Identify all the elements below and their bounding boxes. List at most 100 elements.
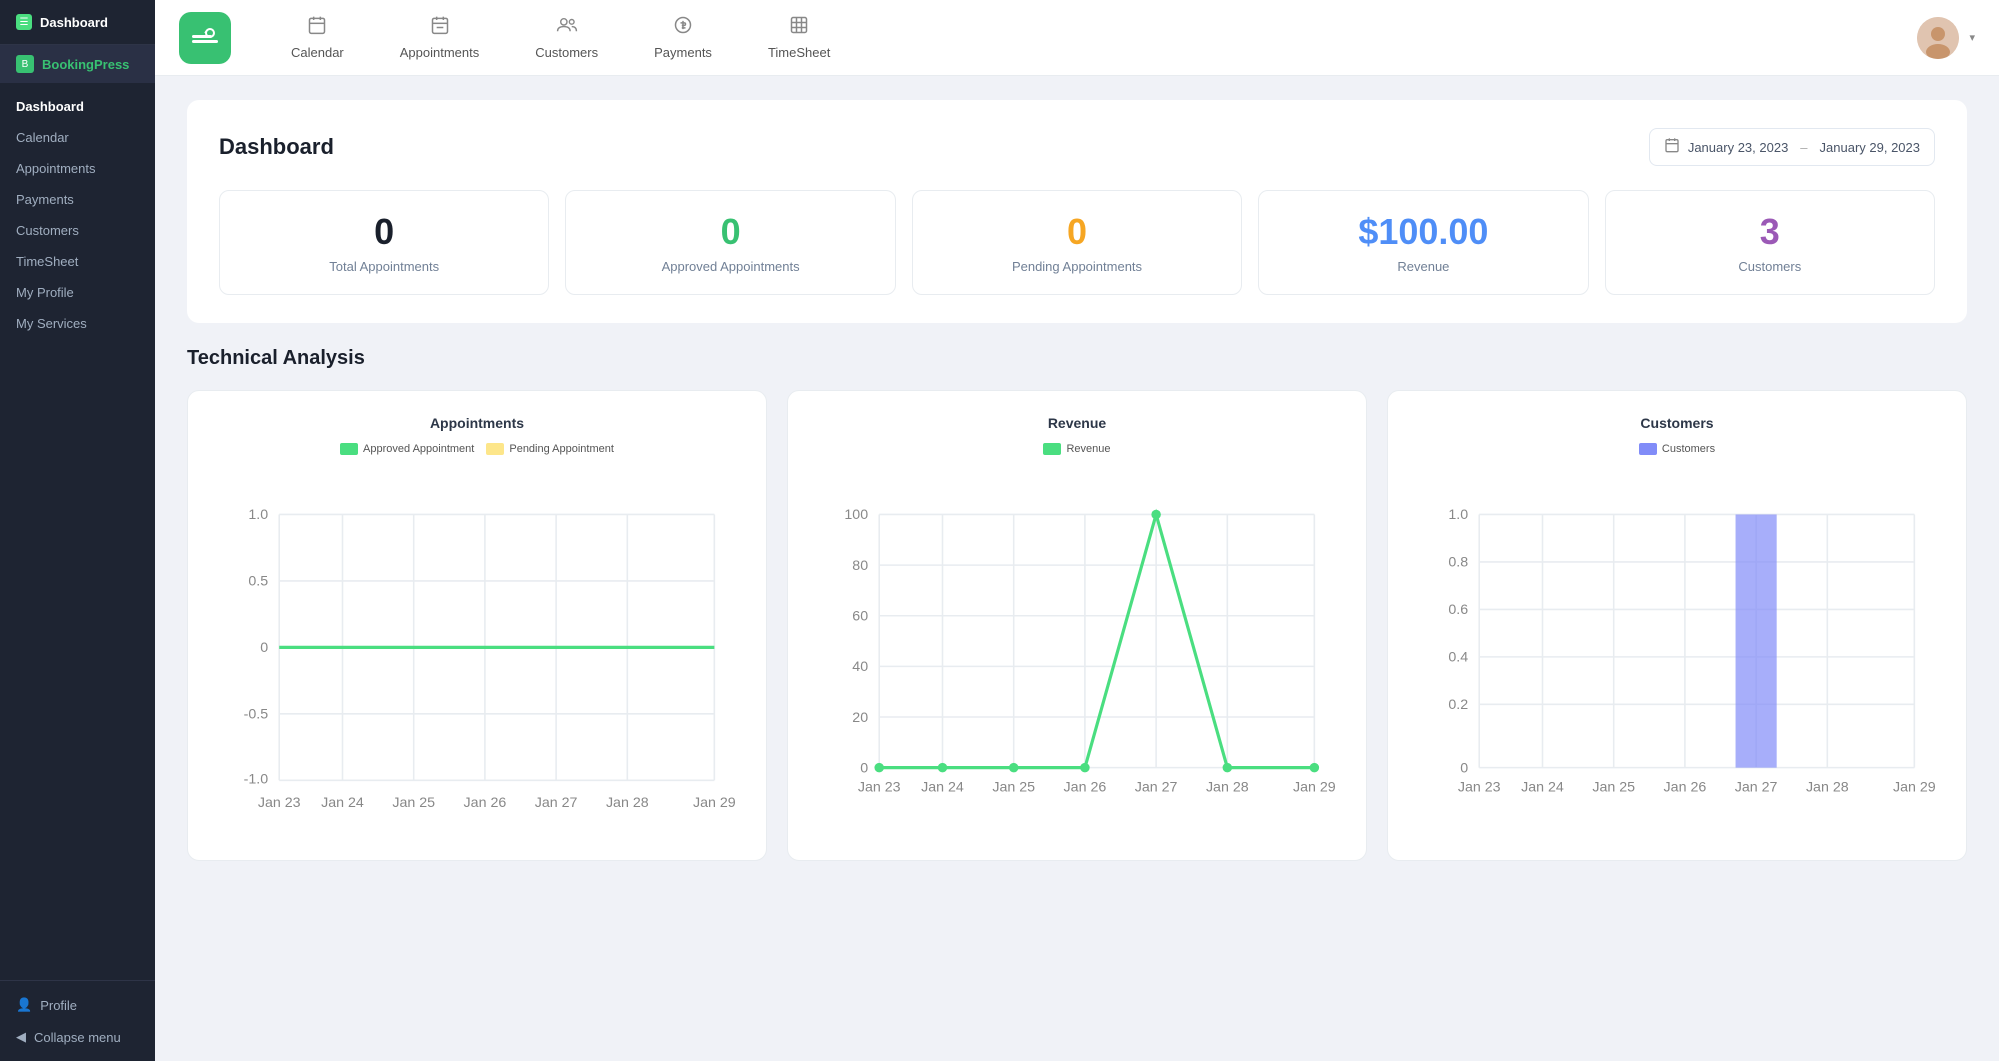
stat-total-appointments: 0 Total Appointments bbox=[219, 190, 549, 295]
svg-text:Jan 24: Jan 24 bbox=[321, 795, 364, 811]
avatar-chevron-icon[interactable]: ▾ bbox=[1969, 31, 1975, 44]
topnav: Calendar Appointments Customers Payments bbox=[155, 0, 1999, 76]
profile-icon: 👤 bbox=[16, 997, 32, 1013]
svg-text:1.0: 1.0 bbox=[248, 507, 268, 523]
stat-customers: 3 Customers bbox=[1605, 190, 1935, 295]
svg-text:0: 0 bbox=[860, 760, 868, 776]
user-avatar[interactable] bbox=[1917, 17, 1959, 59]
svg-text:100: 100 bbox=[844, 507, 868, 523]
legend-revenue-label: Revenue bbox=[1066, 443, 1110, 455]
topnav-appointments-label: Appointments bbox=[400, 45, 480, 60]
technical-analysis-title: Technical Analysis bbox=[187, 347, 1967, 370]
topnav-timesheet-label: TimeSheet bbox=[768, 45, 830, 60]
legend-pending-label: Pending Appointment bbox=[509, 443, 614, 455]
appointments-nav-icon bbox=[430, 15, 450, 41]
legend-pending-swatch bbox=[486, 443, 504, 455]
pending-appointments-label: Pending Appointments bbox=[1012, 259, 1142, 274]
technical-analysis-section: Technical Analysis Appointments Approved… bbox=[187, 347, 1967, 861]
svg-text:Jan 25: Jan 25 bbox=[1592, 779, 1635, 795]
legend-customers: Customers bbox=[1639, 443, 1715, 455]
date-from: January 23, 2023 bbox=[1688, 140, 1788, 155]
svg-text:Jan 28: Jan 28 bbox=[606, 795, 649, 811]
svg-text:-1.0: -1.0 bbox=[244, 771, 269, 787]
customers-label: Customers bbox=[1738, 259, 1801, 274]
sidebar-nav: Dashboard Calendar Appointments Payments… bbox=[0, 83, 155, 980]
svg-text:Jan 26: Jan 26 bbox=[464, 795, 507, 811]
svg-text:-0.5: -0.5 bbox=[244, 707, 269, 723]
topnav-timesheet[interactable]: TimeSheet bbox=[740, 7, 858, 68]
total-appointments-label: Total Appointments bbox=[329, 259, 439, 274]
avatar-image bbox=[1917, 17, 1959, 59]
sidebar-item-my-services[interactable]: My Services bbox=[0, 308, 155, 339]
svg-text:Jan 29: Jan 29 bbox=[1893, 779, 1936, 795]
appointments-chart-title: Appointments bbox=[208, 415, 746, 431]
svg-text:80: 80 bbox=[852, 558, 868, 574]
topnav-payments[interactable]: Payments bbox=[626, 7, 740, 68]
customers-value: 3 bbox=[1760, 211, 1780, 253]
sidebar-item-my-profile[interactable]: My Profile bbox=[0, 277, 155, 308]
appointments-svg: 1.0 0.5 0 -0.5 -1.0 Jan 23 Jan 24 Jan 25… bbox=[208, 467, 746, 831]
svg-text:Jan 28: Jan 28 bbox=[1206, 779, 1249, 795]
legend-customers-swatch bbox=[1639, 443, 1657, 455]
brand-icon: B bbox=[16, 55, 34, 73]
sidebar: ☰ Dashboard B BookingPress Dashboard Cal… bbox=[0, 0, 155, 1061]
customers-chart-legend: Customers bbox=[1408, 443, 1946, 455]
svg-text:60: 60 bbox=[852, 608, 868, 624]
timesheet-nav-icon bbox=[789, 15, 809, 41]
svg-text:0: 0 bbox=[260, 640, 268, 656]
revenue-chart-card: Revenue Revenue bbox=[787, 390, 1367, 861]
profile-label: Profile bbox=[40, 998, 77, 1013]
svg-text:Jan 28: Jan 28 bbox=[1806, 779, 1849, 795]
revenue-chart-legend: Revenue bbox=[808, 443, 1346, 455]
svg-text:Jan 25: Jan 25 bbox=[392, 795, 435, 811]
sidebar-brand[interactable]: B BookingPress bbox=[0, 45, 155, 83]
user-menu: ▾ bbox=[1917, 17, 1975, 59]
sidebar-header: ☰ Dashboard bbox=[0, 0, 155, 45]
sidebar-item-customers[interactable]: Customers bbox=[0, 215, 155, 246]
sidebar-item-appointments[interactable]: Appointments bbox=[0, 153, 155, 184]
total-appointments-value: 0 bbox=[374, 211, 394, 253]
svg-text:Jan 26: Jan 26 bbox=[1664, 779, 1707, 795]
sidebar-item-payments[interactable]: Payments bbox=[0, 184, 155, 215]
svg-text:Jan 23: Jan 23 bbox=[258, 795, 301, 811]
topnav-items: Calendar Appointments Customers Payments bbox=[263, 7, 1917, 68]
sidebar-item-calendar[interactable]: Calendar bbox=[0, 122, 155, 153]
svg-text:40: 40 bbox=[852, 659, 868, 675]
appointments-chart-card: Appointments Approved Appointment Pendin… bbox=[187, 390, 767, 861]
svg-text:1.0: 1.0 bbox=[1448, 507, 1468, 523]
topnav-calendar[interactable]: Calendar bbox=[263, 7, 372, 68]
sidebar-item-dashboard[interactable]: Dashboard bbox=[0, 91, 155, 122]
svg-text:20: 20 bbox=[852, 710, 868, 726]
brand-label: BookingPress bbox=[42, 57, 129, 72]
svg-text:Jan 29: Jan 29 bbox=[1293, 779, 1336, 795]
sidebar-item-collapse[interactable]: ◀ Collapse menu bbox=[0, 1021, 155, 1053]
sidebar-header-label: Dashboard bbox=[40, 15, 108, 30]
topnav-customers[interactable]: Customers bbox=[507, 7, 626, 68]
svg-text:Jan 24: Jan 24 bbox=[921, 779, 964, 795]
topnav-customers-label: Customers bbox=[535, 45, 598, 60]
date-to: January 29, 2023 bbox=[1820, 140, 1920, 155]
svg-text:Jan 23: Jan 23 bbox=[1458, 779, 1501, 795]
sidebar-item-profile[interactable]: 👤 Profile bbox=[0, 989, 155, 1021]
svg-text:Jan 27: Jan 27 bbox=[1735, 779, 1778, 795]
svg-text:0.6: 0.6 bbox=[1448, 602, 1468, 618]
date-separator: – bbox=[1800, 140, 1807, 155]
topnav-calendar-label: Calendar bbox=[291, 45, 344, 60]
topnav-appointments[interactable]: Appointments bbox=[372, 7, 508, 68]
customers-nav-icon bbox=[556, 15, 578, 41]
svg-text:Jan 24: Jan 24 bbox=[1521, 779, 1564, 795]
svg-text:Jan 29: Jan 29 bbox=[693, 795, 736, 811]
svg-text:Jan 27: Jan 27 bbox=[1135, 779, 1178, 795]
legend-approved: Approved Appointment bbox=[340, 443, 474, 455]
svg-text:0: 0 bbox=[1460, 760, 1468, 776]
approved-appointments-label: Approved Appointments bbox=[662, 259, 800, 274]
customers-svg: 1.0 0.8 0.6 0.4 0.2 0 Jan 23 Jan 24 Jan … bbox=[1408, 467, 1946, 831]
stat-approved-appointments: 0 Approved Appointments bbox=[565, 190, 895, 295]
charts-grid: Appointments Approved Appointment Pendin… bbox=[187, 390, 1967, 861]
logo-icon bbox=[190, 23, 220, 53]
date-range-picker[interactable]: January 23, 2023 – January 29, 2023 bbox=[1649, 128, 1935, 166]
revenue-svg: 100 80 60 40 20 0 bbox=[808, 467, 1346, 831]
sidebar-item-timesheet[interactable]: TimeSheet bbox=[0, 246, 155, 277]
revenue-chart-title: Revenue bbox=[808, 415, 1346, 431]
svg-text:Jan 25: Jan 25 bbox=[992, 779, 1035, 795]
